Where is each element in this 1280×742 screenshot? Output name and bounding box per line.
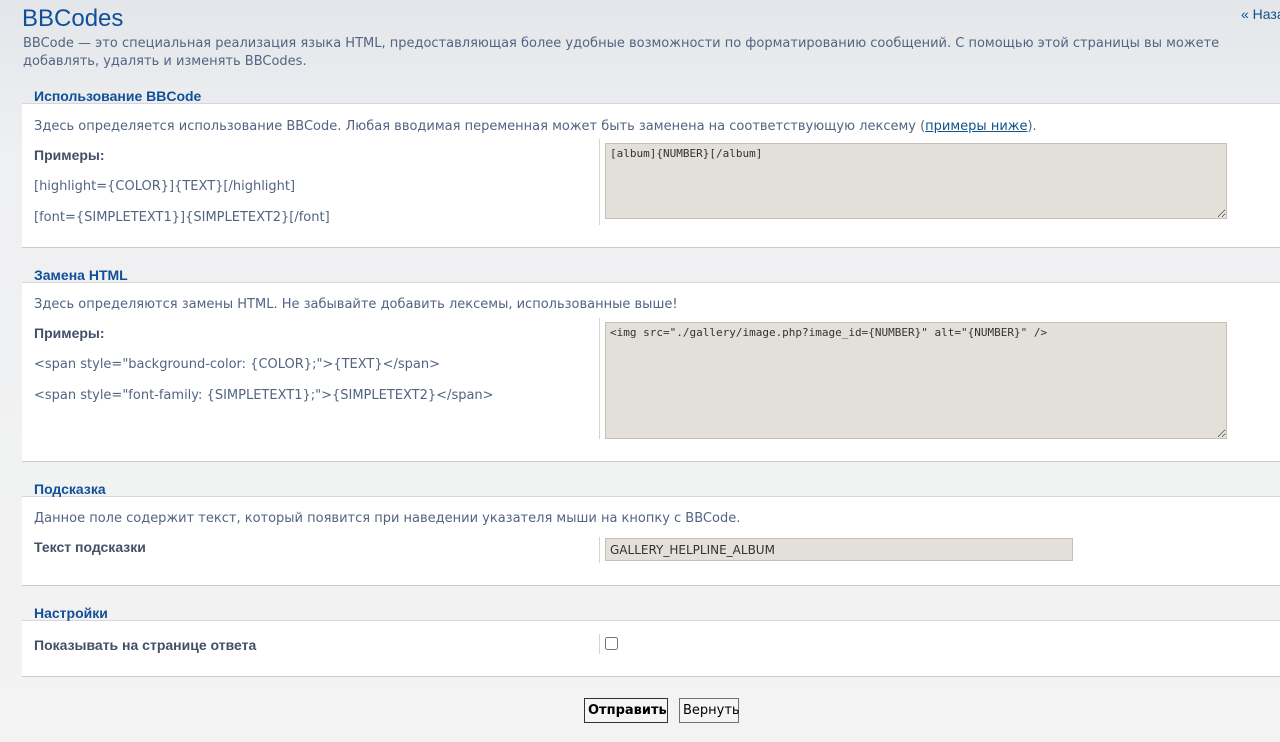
display-on-posting-label: Показывать на странице ответа (34, 637, 257, 653)
helpline-input[interactable] (605, 538, 1073, 561)
column-divider (599, 139, 600, 225)
reset-button[interactable]: Вернуть (679, 698, 740, 723)
usage-panel: Использование BBCode Здесь определяется … (22, 88, 1280, 248)
html-example-1: <span style="background-color: {COLOR};"… (34, 357, 441, 372)
html-examples-label: Примеры: (34, 325, 105, 341)
usage-description-text: Здесь определяется использование BBCode.… (34, 119, 926, 134)
page-title: BBCodes (22, 5, 124, 32)
html-replacement-panel: Замена HTML Здесь определяются замены HT… (22, 267, 1280, 462)
examples-below-link[interactable]: примеры ниже (925, 119, 1027, 134)
usage-description: Здесь определяется использование BBCode.… (34, 119, 1037, 134)
settings-panel: Настройки Показывать на странице ответа (22, 605, 1280, 677)
helpline-field-label: Текст подсказки (34, 539, 146, 555)
column-divider (599, 537, 600, 563)
bbcode-usage-textarea[interactable]: [album]{NUMBER}[/album] (605, 143, 1227, 219)
column-divider (599, 634, 600, 654)
usage-description-end: ). (1027, 119, 1037, 134)
settings-legend: Настройки (34, 605, 108, 621)
html-replacement-textarea[interactable]: <img src="./gallery/image.php?image_id={… (605, 322, 1227, 439)
submit-button[interactable]: Отправить (584, 698, 668, 723)
html-legend: Замена HTML (34, 267, 128, 283)
html-description: Здесь определяются замены HTML. Не забыв… (34, 297, 678, 312)
usage-example-2: [font={SIMPLETEXT1}]{SIMPLETEXT2}[/font] (34, 210, 330, 225)
usage-legend: Использование BBCode (34, 88, 202, 104)
display-on-posting-checkbox[interactable] (605, 637, 618, 650)
helpline-legend: Подсказка (34, 481, 106, 497)
helpline-panel: Подсказка Данное поле содержит текст, ко… (22, 481, 1280, 586)
html-example-2: <span style="font-family: {SIMPLETEXT1};… (34, 388, 494, 403)
page-intro: BBCode — это специальная реализация язык… (23, 36, 1220, 69)
helpline-description: Данное поле содержит текст, который появ… (34, 511, 741, 526)
usage-examples-label: Примеры: (34, 147, 105, 163)
usage-example-1: [highlight={COLOR}]{TEXT}[/highlight] (34, 179, 296, 194)
back-link[interactable]: « Назад (1241, 6, 1280, 22)
column-divider (599, 318, 600, 439)
